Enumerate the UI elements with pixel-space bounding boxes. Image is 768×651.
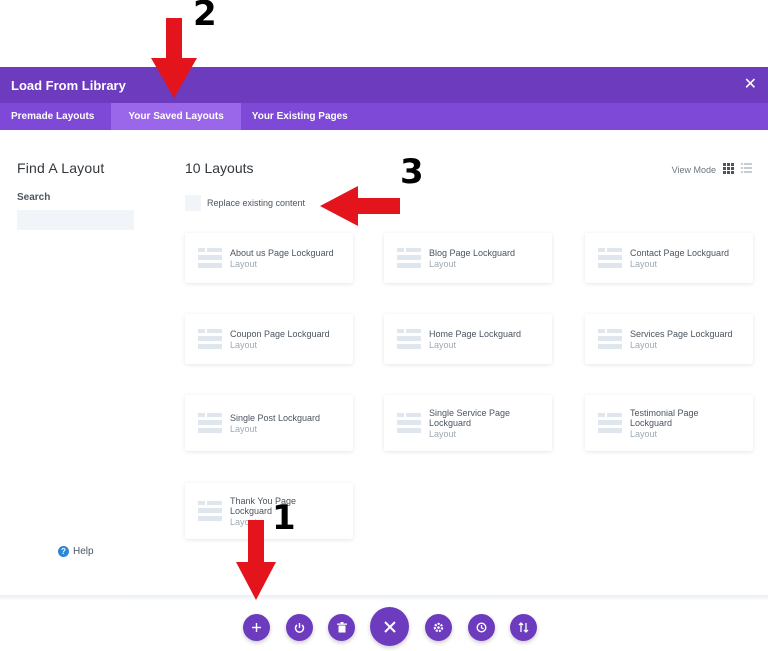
tab-your-existing-pages[interactable]: Your Existing Pages — [241, 103, 365, 130]
power-icon — [294, 623, 305, 633]
tab-your-saved-layouts[interactable]: Your Saved Layouts — [111, 103, 241, 130]
layout-type: Layout — [230, 339, 258, 350]
grid-view-icon[interactable] — [723, 163, 734, 176]
layout-card[interactable]: Contact Page Lockguard Layout — [585, 233, 753, 283]
layout-card[interactable]: Single Service Page Lockguard Layout — [384, 395, 552, 451]
search-label: Search — [17, 192, 51, 203]
layout-type: Layout — [429, 339, 457, 350]
search-input[interactable] — [17, 210, 134, 230]
layout-type: Layout — [230, 423, 258, 434]
layout-name: Services Page Lockguard — [630, 328, 733, 339]
layout-thumbnail-icon — [397, 329, 421, 349]
help-label: Help — [73, 546, 94, 557]
layout-name: Home Page Lockguard — [429, 328, 522, 339]
portability-button[interactable] — [286, 614, 313, 641]
layout-thumbnail-icon — [198, 501, 222, 521]
layout-name: Contact Page Lockguard — [630, 247, 730, 258]
layouts-count-heading: 10 Layouts — [185, 160, 254, 176]
layout-thumbnail-icon — [598, 248, 622, 268]
tab-premade-layouts[interactable]: Premade Layouts — [0, 103, 111, 130]
replace-content-option: Replace existing content — [185, 195, 305, 211]
layout-card[interactable]: Single Post Lockguard Layout — [185, 395, 353, 451]
help-icon: ? — [58, 546, 69, 557]
gear-icon — [433, 622, 444, 633]
layout-type: Layout — [630, 339, 658, 350]
history-button[interactable] — [468, 614, 495, 641]
layout-card[interactable]: Coupon Page Lockguard Layout — [185, 314, 353, 364]
layout-type: Layout — [429, 258, 457, 269]
settings-button[interactable] — [425, 614, 452, 641]
modal-titlebar: Load From Library ✕ — [0, 67, 768, 103]
clear-layout-button[interactable] — [328, 614, 355, 641]
close-icon — [383, 620, 396, 633]
add-button[interactable] — [243, 614, 270, 641]
close-icon[interactable]: ✕ — [744, 77, 757, 93]
trash-icon — [336, 622, 347, 633]
plus-icon — [252, 623, 261, 632]
step-number-3: 3 — [400, 152, 424, 192]
layout-card[interactable]: Blog Page Lockguard Layout — [384, 233, 552, 283]
layout-name: Single Post Lockguard — [230, 412, 321, 423]
layout-thumbnail-icon — [598, 413, 622, 433]
layout-card[interactable]: About us Page Lockguard Layout — [185, 233, 353, 283]
help-link[interactable]: ? Help — [58, 546, 94, 557]
sort-icon — [518, 622, 529, 633]
layout-name: About us Page Lockguard — [230, 247, 334, 258]
layout-thumbnail-icon — [397, 248, 421, 268]
layout-name: Coupon Page Lockguard — [230, 328, 330, 339]
list-view-icon[interactable] — [741, 163, 752, 176]
layout-type: Layout — [230, 258, 258, 269]
layout-name: Blog Page Lockguard — [429, 247, 516, 258]
page-settings-button[interactable] — [510, 614, 537, 641]
modal-title: Load From Library — [11, 77, 126, 93]
layout-thumbnail-icon — [598, 329, 622, 349]
load-from-library-modal: Load From Library ✕ Premade Layouts Your… — [0, 67, 768, 597]
replace-content-checkbox[interactable] — [185, 195, 201, 211]
layout-thumbnail-icon — [198, 329, 222, 349]
layout-type: Layout — [630, 428, 658, 439]
layout-type: Layout — [630, 258, 658, 269]
view-mode: View Mode — [672, 163, 752, 176]
layout-type: Layout — [429, 428, 457, 439]
history-icon — [476, 622, 487, 633]
layout-card[interactable]: Services Page Lockguard Layout — [585, 314, 753, 364]
step-number-1: 1 — [272, 498, 296, 538]
sidebar: Find A Layout Search — [17, 160, 137, 230]
sidebar-heading: Find A Layout — [17, 160, 105, 176]
replace-content-label: Replace existing content — [207, 198, 306, 208]
layout-name: Testimonial Page Lockguard — [630, 407, 699, 428]
arrow-down-icon — [236, 520, 276, 600]
layout-thumbnail-icon — [198, 413, 222, 433]
layout-card[interactable]: Testimonial Page Lockguard Layout — [585, 395, 753, 451]
layout-name: Single Service Page Lockguard — [429, 407, 511, 428]
close-builder-button[interactable] — [370, 607, 409, 646]
arrow-left-icon — [320, 186, 400, 226]
layout-thumbnail-icon — [397, 413, 421, 433]
layout-card[interactable]: Home Page Lockguard Layout — [384, 314, 552, 364]
view-mode-label: View Mode — [671, 164, 716, 175]
modal-bottom-edge — [0, 595, 768, 601]
library-tabs: Premade Layouts Your Saved Layouts Your … — [0, 103, 768, 130]
arrow-down-icon — [151, 18, 197, 98]
layout-thumbnail-icon — [198, 248, 222, 268]
